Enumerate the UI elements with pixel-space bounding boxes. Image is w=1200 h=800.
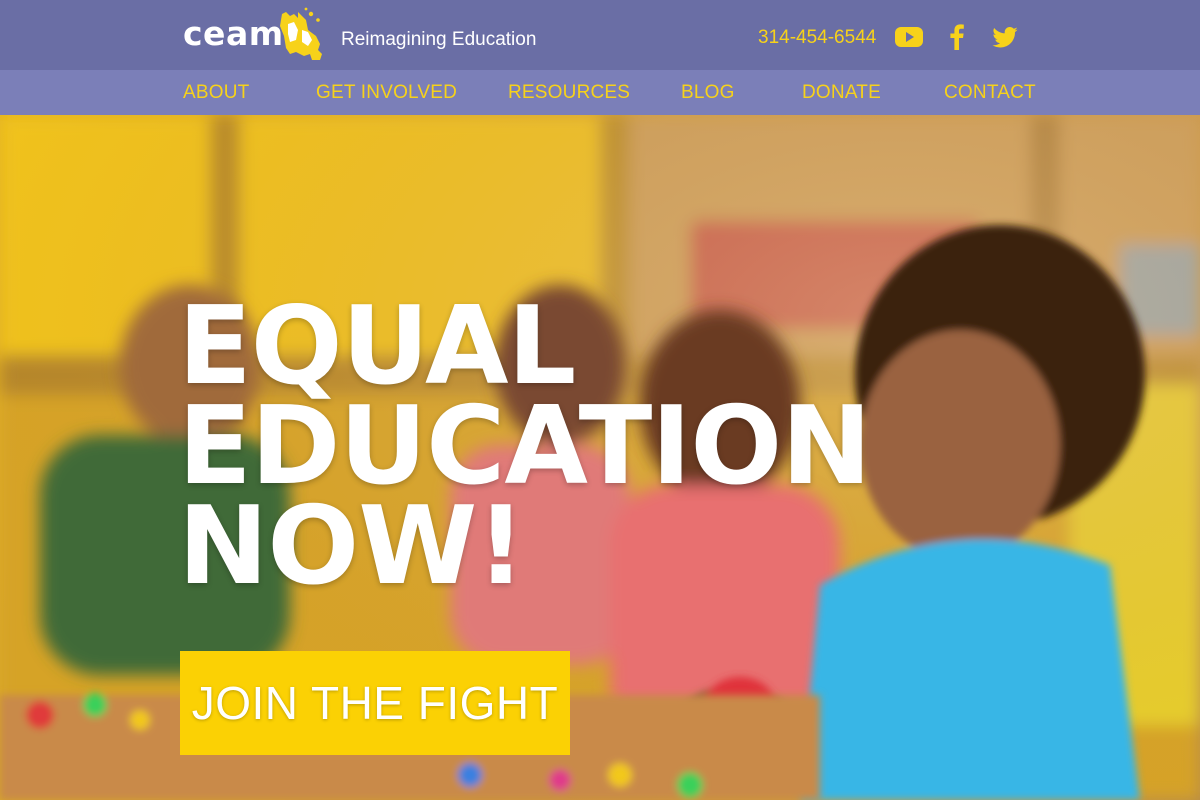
- nav-item-get-involved[interactable]: GET INVOLVED: [316, 81, 457, 105]
- main-nav: ABOUT GET INVOLVED RESOURCES BLOG DONATE…: [0, 70, 1200, 115]
- site-tagline: Reimagining Education: [341, 29, 537, 50]
- facebook-icon[interactable]: [948, 22, 966, 52]
- site-header: ceam Reimagining Education 314-454-6544: [0, 0, 1200, 70]
- youtube-icon[interactable]: [894, 22, 924, 52]
- nav-item-resources[interactable]: RESOURCES: [508, 81, 630, 105]
- nav-item-contact[interactable]: CONTACT: [944, 81, 1036, 105]
- nav-item-blog[interactable]: BLOG: [681, 81, 735, 105]
- join-the-fight-button[interactable]: JOIN THE FIGHT: [180, 651, 570, 755]
- nav-item-about[interactable]: ABOUT: [183, 81, 249, 105]
- nav-item-donate[interactable]: DONATE: [802, 81, 881, 105]
- hero-section: EQUAL EDUCATION NOW! JOIN THE FIGHT: [0, 115, 1200, 800]
- hero-headline-line: EDUCATION: [178, 384, 872, 509]
- hero-headline: EQUAL EDUCATION NOW!: [178, 284, 872, 609]
- phone-number-link[interactable]: 314-454-6544: [758, 26, 876, 50]
- hero-headline-line: NOW!: [178, 484, 526, 609]
- logo-text[interactable]: ceam: [183, 14, 284, 54]
- hero-headline-line: EQUAL: [178, 284, 576, 409]
- missouri-map-logo-icon: [280, 7, 322, 60]
- twitter-icon[interactable]: [991, 22, 1019, 52]
